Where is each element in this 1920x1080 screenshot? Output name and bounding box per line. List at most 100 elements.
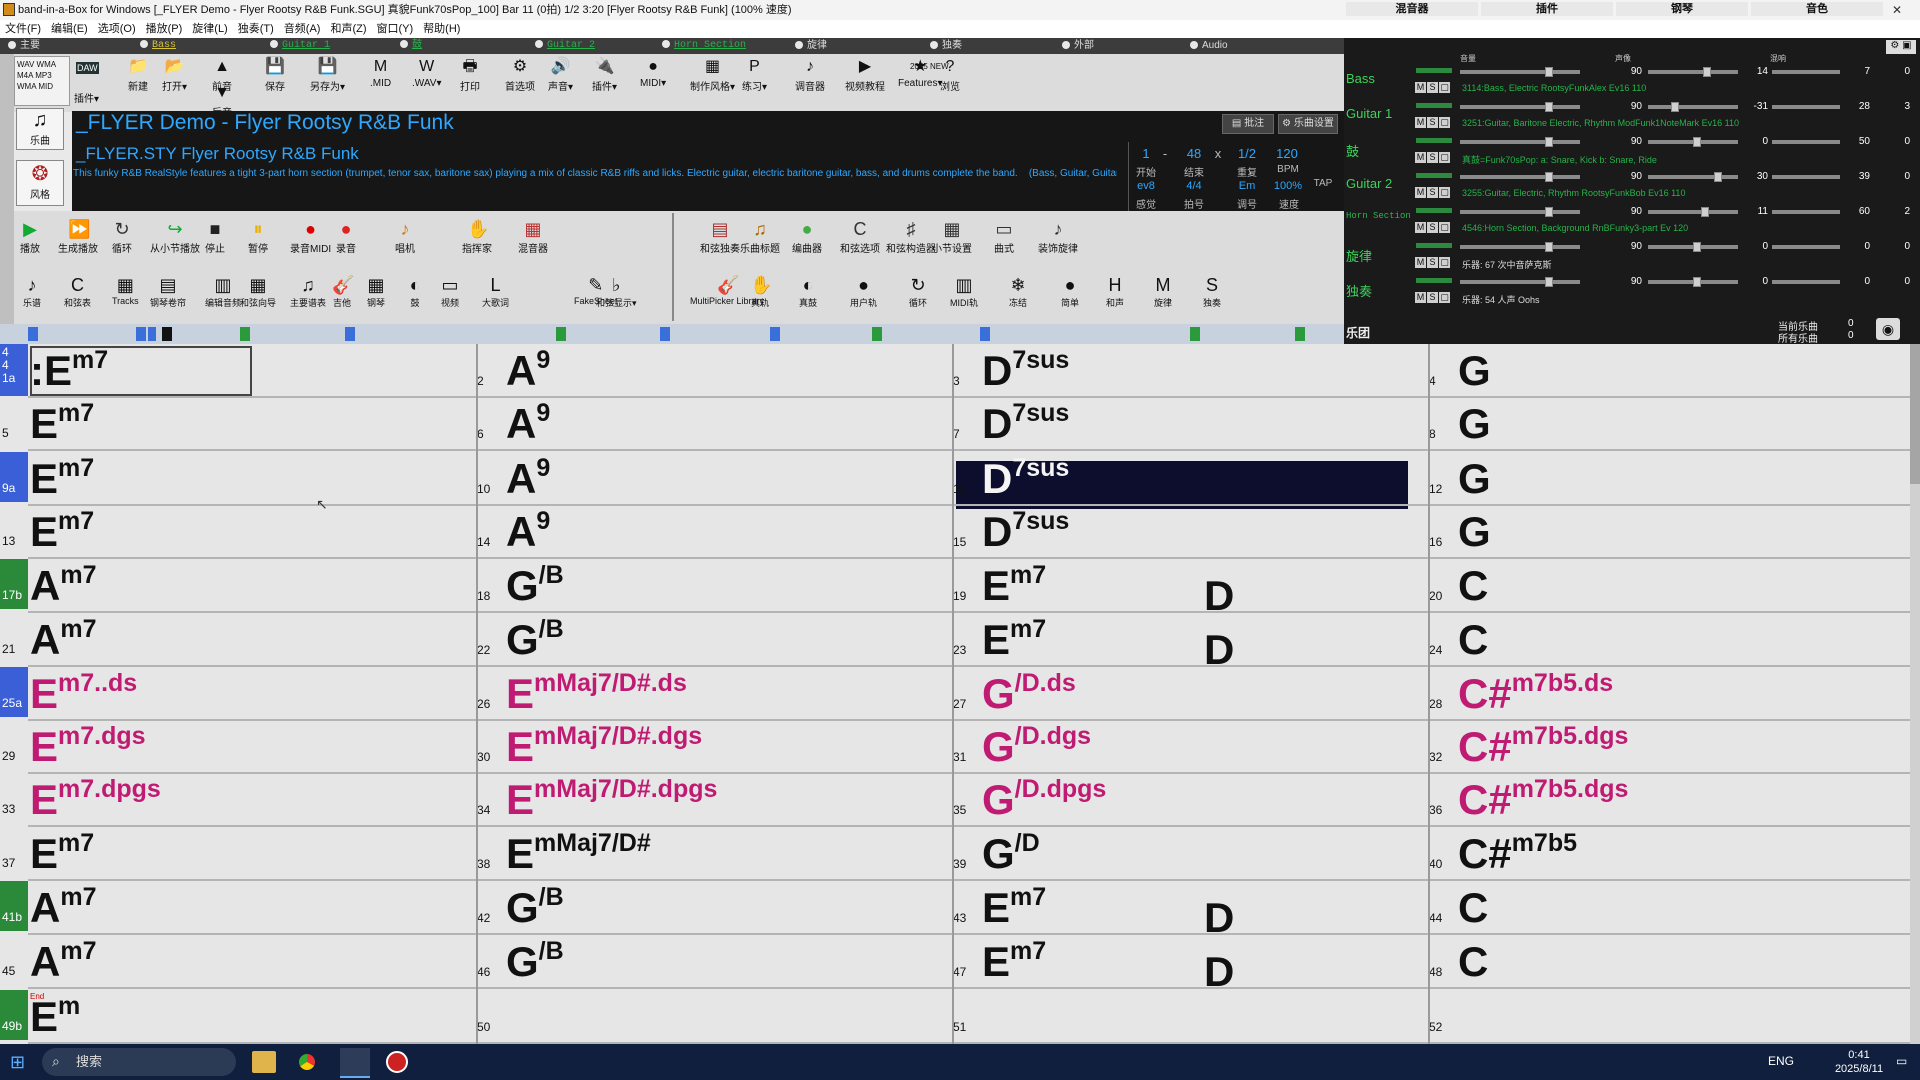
- transport-button[interactable]: ↪ 从小节播放: [150, 220, 200, 255]
- mixer-msb-button[interactable]: S: [1427, 82, 1438, 93]
- transport-button[interactable]: C 和弦选项: [840, 220, 880, 255]
- pan-slider[interactable]: [1648, 105, 1738, 109]
- toolbar-button[interactable]: 📂 打开▾: [162, 58, 187, 93]
- transport-button[interactable]: ▤ 和弦独奏: [700, 220, 740, 255]
- meter-value[interactable]: 4/4: [1180, 180, 1208, 192]
- transport-button[interactable]: ♪ 装饰旋律: [1038, 220, 1078, 255]
- chord-symbol[interactable]: Em7: [982, 617, 1046, 661]
- mixer-tab[interactable]: 音色: [1751, 2, 1883, 16]
- chord-symbol[interactable]: G/B: [506, 563, 564, 607]
- volume-slider-knob[interactable]: [1545, 172, 1553, 182]
- pan-slider-knob[interactable]: [1714, 172, 1722, 182]
- mixer-msb-button[interactable]: M: [1415, 257, 1426, 268]
- transport-button[interactable]: ⏩ 生成播放: [58, 220, 98, 255]
- transport-button[interactable]: ▭ 曲式: [994, 220, 1014, 255]
- mixer-msb-button[interactable]: ▢: [1439, 292, 1450, 303]
- chord-symbol[interactable]: C: [1458, 565, 1488, 607]
- menu-item[interactable]: 和声(Z): [325, 20, 371, 38]
- bar-label[interactable]: 41b: [0, 881, 28, 931]
- track-radio[interactable]: [535, 40, 543, 49]
- transport-button[interactable]: ♪ 唱机: [395, 220, 415, 255]
- toolbar-button[interactable]: ▦ 制作风格▾: [690, 58, 735, 93]
- pan-slider-knob[interactable]: [1693, 277, 1701, 287]
- transport-button[interactable]: ■ 停止: [205, 220, 225, 255]
- biab-taskbar-icon[interactable]: [340, 1048, 370, 1078]
- taskbar-search[interactable]: 搜索: [42, 1048, 236, 1076]
- chord-symbol[interactable]: Em7: [30, 401, 94, 445]
- mixer-msb-button[interactable]: M: [1415, 187, 1426, 198]
- timeline-marker[interactable]: [1190, 327, 1200, 341]
- volume-slider[interactable]: [1460, 245, 1580, 249]
- pan-slider[interactable]: [1648, 210, 1738, 214]
- timeline-marker[interactable]: [556, 327, 566, 341]
- timeline-marker[interactable]: [980, 327, 990, 341]
- tool-button[interactable]: ◐ 鼓: [405, 276, 425, 309]
- track-tab[interactable]: 独奏: [930, 38, 962, 54]
- chord-symbol[interactable]: Am7: [30, 617, 96, 661]
- timeline-marker[interactable]: [148, 327, 156, 341]
- chord-symbol[interactable]: G: [1458, 511, 1491, 553]
- pan-slider-knob[interactable]: [1671, 102, 1679, 112]
- eye-icon[interactable]: ◉: [1876, 318, 1900, 340]
- bar-label[interactable]: 49b: [0, 990, 28, 1040]
- chord-symbol[interactable]: D7sus: [982, 348, 1069, 392]
- tool-button[interactable]: ♭ 和弦显示▾: [596, 276, 637, 309]
- timeline-marker[interactable]: [1295, 327, 1305, 341]
- chord-symbol[interactable]: D7sus: [982, 456, 1069, 500]
- timeline-marker[interactable]: [136, 327, 146, 341]
- notification-icon[interactable]: ▭: [1896, 1054, 1907, 1068]
- chord-symbol[interactable]: C#m7b5: [1458, 831, 1577, 875]
- bar-label[interactable]: 29: [0, 720, 28, 770]
- mixer-msb-button[interactable]: S: [1427, 187, 1438, 198]
- bar-label[interactable]: 21: [0, 613, 28, 663]
- daw-format-icon[interactable]: WAV WMA M4A MP3 WMA MID: [14, 56, 70, 106]
- chord-symbol[interactable]: D7sus: [982, 509, 1069, 553]
- toolbar-button[interactable]: 🖶 打印: [460, 58, 480, 93]
- volume-slider[interactable]: [1460, 280, 1580, 284]
- mixer-tab[interactable]: 混音器: [1346, 2, 1478, 16]
- tool-button[interactable]: ▦ 和弦向导: [240, 276, 276, 309]
- end-bar[interactable]: 48: [1180, 146, 1208, 161]
- chord-symbol[interactable]: A9: [506, 348, 550, 392]
- bar-label[interactable]: 33: [0, 773, 28, 823]
- volume-slider-knob[interactable]: [1545, 102, 1553, 112]
- tool-button[interactable]: ◐ 真鼓: [798, 276, 818, 309]
- mixer-patch[interactable]: 真鼓=Funk70sPop: a: Snare, Kick b: Snare, …: [1462, 153, 1657, 166]
- song-title[interactable]: _FLYER Demo - Flyer Rootsy R&B Funk: [76, 111, 454, 135]
- chord-symbol[interactable]: Em: [30, 994, 80, 1038]
- mixer-patch[interactable]: 乐器: 67 次中音萨克斯: [1462, 258, 1552, 271]
- chord-symbol[interactable]: G/D.dgs: [982, 724, 1091, 768]
- toolbar-button[interactable]: W .WAV▾: [412, 58, 441, 89]
- tool-button[interactable]: ▦ 钢琴: [366, 276, 386, 309]
- chord-symbol[interactable]: C#m7b5.dgs: [1458, 724, 1628, 768]
- timeline-marker[interactable]: [872, 327, 882, 341]
- chord-symbol[interactable]: G/B: [506, 939, 564, 983]
- track-tab[interactable]: Horn Section: [662, 38, 746, 54]
- mixer-track-name[interactable]: Bass: [1346, 71, 1375, 86]
- menu-item[interactable]: 窗口(Y): [372, 20, 419, 38]
- style-name[interactable]: _FLYER.STY Flyer Rootsy R&B Funk: [76, 144, 359, 164]
- tap-button[interactable]: TAP: [1310, 178, 1336, 189]
- tool-button[interactable]: ♪ 乐谱: [22, 276, 42, 309]
- chord-symbol[interactable]: Am7: [30, 885, 96, 929]
- reverb-slider[interactable]: [1772, 175, 1840, 179]
- chord-symbol[interactable]: Em7..ds: [30, 671, 137, 715]
- toolbar-button[interactable]: ▶ 视频教程: [845, 58, 885, 93]
- toolbar-button[interactable]: 🔌 插件▾: [592, 58, 617, 93]
- mixer-msb-button[interactable]: ▢: [1439, 187, 1450, 198]
- pan-slider[interactable]: [1648, 70, 1738, 74]
- tool-button[interactable]: ↻ 循环: [908, 276, 928, 309]
- mixer-patch[interactable]: 3255:Guitar, Electric, Rhythm RootsyFunk…: [1462, 188, 1685, 198]
- bar-label[interactable]: 4 4 1a: [0, 344, 28, 396]
- mixer-msb-button[interactable]: ▢: [1439, 257, 1450, 268]
- track-tab[interactable]: Guitar 1: [270, 38, 330, 54]
- volume-slider[interactable]: [1460, 210, 1580, 214]
- pan-slider-knob[interactable]: [1693, 242, 1701, 252]
- track-tab[interactable]: 主要: [8, 38, 40, 54]
- chord-symbol[interactable]: EmMaj7/D#.ds: [506, 671, 687, 715]
- chord-symbol[interactable]: G/D: [982, 831, 1040, 875]
- mixer-msb-button[interactable]: M: [1415, 222, 1426, 233]
- mixer-msb-button[interactable]: ▢: [1439, 152, 1450, 163]
- chord-symbol[interactable]: Em7: [30, 831, 94, 875]
- track-radio[interactable]: [270, 40, 278, 49]
